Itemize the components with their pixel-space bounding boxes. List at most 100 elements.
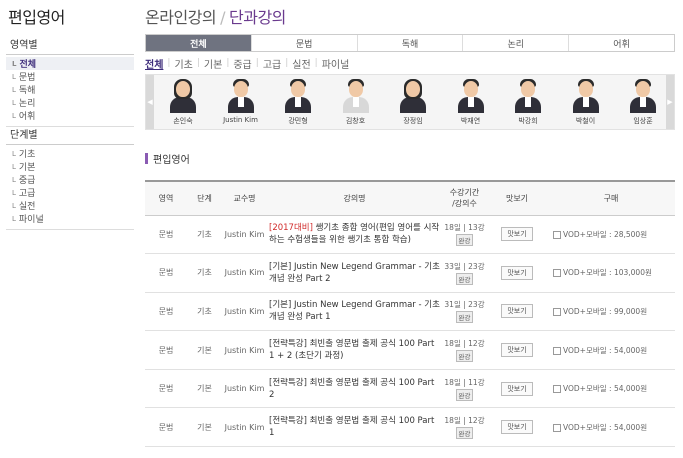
subtab-advanced[interactable]: 고급 [259, 56, 285, 71]
cell-course-title[interactable]: [전략특강] 최빈출 영문법 출제 공식 100 Part 1 + 2 (초단기… [267, 330, 442, 370]
teacher-card[interactable]: 강민형 [275, 79, 321, 126]
preview-button[interactable]: 맛보기 [501, 304, 533, 319]
teacher-card[interactable]: 박재연 [448, 79, 494, 126]
col-header-area: 영역 [145, 180, 187, 216]
cell-teacher: Justin Kim [222, 215, 267, 255]
preview-button[interactable]: 맛보기 [501, 265, 533, 280]
sidebar-item-intermediate[interactable]: L 중급 [6, 173, 134, 187]
page-title-separator: / [220, 8, 225, 27]
page-title: 온라인강의 / 단과강의 [145, 4, 286, 28]
teacher-photo-icon [341, 79, 371, 113]
teacher-name: 박강희 [518, 117, 538, 125]
cell-period: 18일 | 12강 완강 [442, 407, 487, 448]
cell-teacher: Justin Kim [222, 369, 267, 409]
cell-period: 31일 | 23강 완강 [442, 292, 487, 332]
col-header-period: 수강기간/강의수 [442, 180, 487, 216]
course-table: 영역 단계 교수명 강의명 수강기간/강의수 맛보기 구매 문법 기초 Justin… [145, 180, 675, 448]
category-tabs: 전체 문법 독해 논리 어휘 [145, 34, 675, 52]
subtab-practical[interactable]: 실전 [288, 56, 314, 71]
buy-checkbox[interactable] [553, 307, 561, 316]
tab-vocab[interactable]: 어휘 [569, 35, 674, 51]
cell-buy: VOD+모바일 : 54,000원 [547, 369, 675, 409]
preview-button[interactable]: 맛보기 [501, 343, 533, 358]
tab-all[interactable]: 전체 [146, 35, 252, 51]
cell-preview: 맛보기 [487, 407, 547, 448]
cell-level: 기초 [187, 253, 222, 293]
teacher-photo-icon [398, 79, 428, 113]
teacher-card[interactable]: 김창호 [333, 79, 379, 126]
tab-reading[interactable]: 독해 [357, 35, 464, 51]
col-header-teacher: 교수명 [222, 180, 267, 216]
cell-course-title[interactable]: [기본] Justin New Legend Grammar - 기초 개념 완… [267, 292, 442, 332]
buy-checkbox[interactable] [553, 269, 561, 278]
cell-course-title[interactable]: [전략특강] 최빈출 영문법 출제 공식 100 Part 1 [267, 407, 442, 448]
sidebar-item-reading[interactable]: L 독해 [6, 83, 134, 97]
cell-level: 기초 [187, 292, 222, 332]
cell-level: 기초 [187, 215, 222, 255]
col-header-buy: 구매 [547, 180, 675, 216]
cell-preview: 맛보기 [487, 292, 547, 332]
teacher-card[interactable]: 박강희 [505, 79, 551, 126]
course-title-text: [기본] Justin New Legend Grammar - 기초 개념 완… [269, 300, 440, 323]
subtab-basic[interactable]: 기초 [170, 56, 196, 71]
cell-buy: VOD+모바일 : 103,000원 [547, 253, 675, 293]
cell-preview: 맛보기 [487, 253, 547, 293]
teacher-card[interactable]: 장정임 [390, 79, 436, 126]
complete-badge: 완강 [455, 311, 474, 324]
sidebar-item-final[interactable]: L 파이널 [6, 212, 134, 226]
complete-badge: 완강 [455, 272, 474, 285]
buy-checkbox[interactable] [553, 423, 561, 432]
cell-area: 문법 [145, 369, 187, 409]
cell-course-title[interactable]: [2017대비] 쌩기초 종합 영어(편입 영어를 시작하는 수험생들을 위한 … [267, 215, 442, 255]
sidebar-item-vocab[interactable]: L 어휘 [6, 109, 134, 123]
teacher-name: 강민형 [288, 117, 308, 125]
carousel-right-arrow-icon[interactable]: ▶ [666, 75, 674, 129]
cell-period: 18일 | 12강 완강 [442, 330, 487, 370]
buy-price: VOD+모바일 : 28,500원 [563, 229, 648, 239]
buy-checkbox[interactable] [553, 385, 561, 394]
teacher-card[interactable]: 박철이 [563, 79, 609, 126]
teacher-name: 박철이 [575, 117, 596, 125]
preview-button[interactable]: 맛보기 [501, 227, 533, 242]
teacher-card[interactable]: 손인숙 [160, 79, 206, 126]
course-title-text: [전략특강] 최빈출 영문법 출제 공식 100 Part 1 [269, 416, 435, 439]
sidebar-item-all[interactable]: L 전체 [6, 57, 134, 70]
teacher-card[interactable]: Justin Kim [218, 79, 264, 126]
sidebar-item-basic[interactable]: L 기초 [6, 147, 134, 161]
course-title-text: [전략특강] 최빈출 영문법 출제 공식 100 Part 1 + 2 (초단기… [269, 339, 435, 362]
carousel-left-arrow-icon[interactable]: ◀ [146, 75, 154, 129]
cell-course-title[interactable]: [기본] Justin New Legend Grammar - 기초 개념 완… [267, 253, 442, 293]
preview-button[interactable]: 맛보기 [501, 420, 533, 435]
tab-grammar[interactable]: 문법 [251, 35, 358, 51]
section-title: 편입영어 [145, 151, 190, 166]
subtab-fundamental[interactable]: 기본 [200, 56, 226, 71]
buy-checkbox[interactable] [553, 346, 561, 355]
col-header-level: 단계 [187, 180, 222, 216]
sidebar-item-practical[interactable]: L 실전 [6, 199, 134, 213]
complete-badge: 완강 [455, 427, 474, 440]
period-text: 31일 | 23강 [444, 300, 485, 310]
teacher-photo-icon [168, 79, 198, 113]
preview-button[interactable]: 맛보기 [501, 381, 533, 396]
buy-checkbox[interactable] [553, 230, 561, 239]
sidebar-item-advanced[interactable]: L 고급 [6, 186, 134, 200]
table-row: 문법 기초 Justin Kim [기본] Justin New Legend Gra… [145, 253, 675, 293]
cell-preview: 맛보기 [487, 215, 547, 255]
course-table-body: 문법 기초 Justin Kim [2017대비] 쌩기초 종합 영어(편입 영어를 … [145, 215, 675, 448]
tab-logic[interactable]: 논리 [463, 35, 570, 51]
cell-course-title[interactable]: [전략특강] 최빈출 영문법 출제 공식 100 Part 2 [267, 369, 442, 409]
sidebar: 편입영어 영역별 L 전체 L 문법 L 독해 L 논리 L 어휘 단계별 L 기초 L 기본… [0, 0, 137, 458]
buy-price: VOD+모바일 : 54,000원 [563, 422, 648, 432]
subtab-intermediate[interactable]: 중급 [229, 56, 255, 71]
page-title-main: 온라인강의 [145, 8, 217, 27]
course-title-text: [기본] Justin New Legend Grammar - 기초 개념 완… [269, 261, 440, 284]
sidebar-item-fundamental[interactable]: L 기본 [6, 160, 134, 174]
course-title-highlight: [2017대비] [269, 223, 313, 234]
subtab-final[interactable]: 파이널 [318, 56, 354, 71]
subtab-all[interactable]: 전체 [145, 56, 167, 71]
teacher-card[interactable]: 임상훈 [620, 79, 666, 126]
sidebar-title: 편입영어 [8, 8, 65, 27]
sidebar-item-grammar[interactable]: L 문법 [6, 70, 134, 84]
sidebar-item-logic[interactable]: L 논리 [6, 96, 134, 110]
cell-teacher: Justin Kim [222, 253, 267, 293]
